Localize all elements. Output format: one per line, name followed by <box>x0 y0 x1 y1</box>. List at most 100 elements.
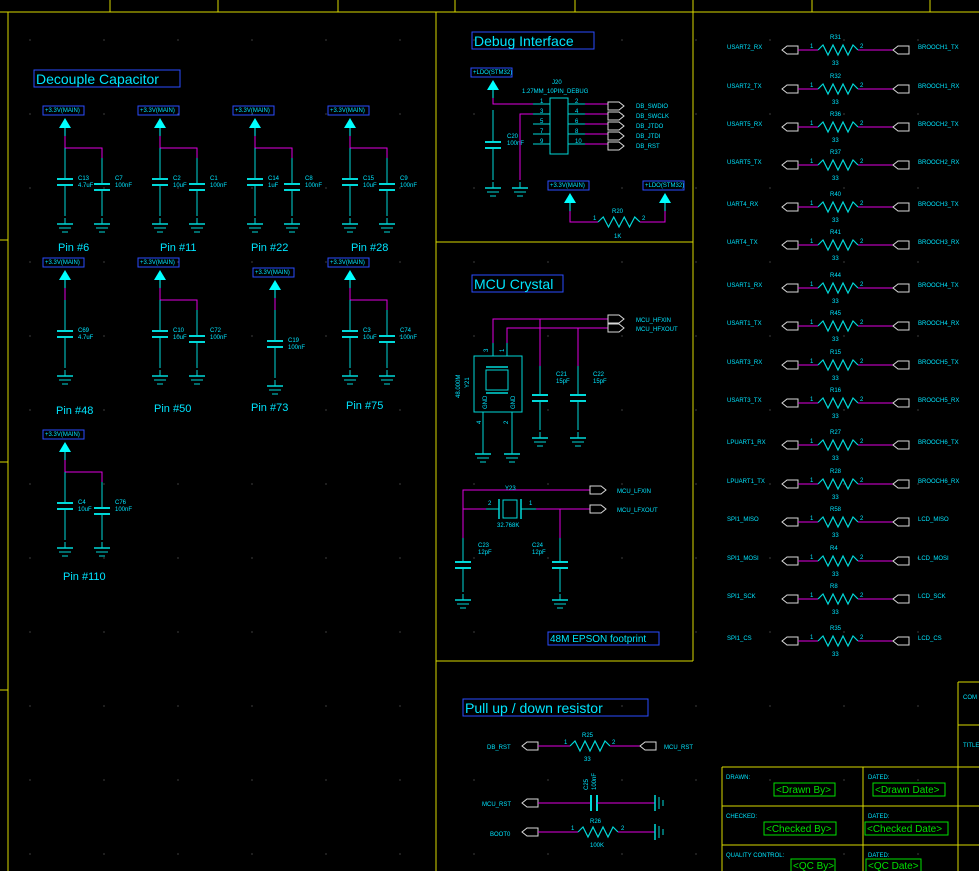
pull-title-group: Pull up / down resistor <box>462 698 649 717</box>
res-net-label-right: BROOCH3_RX <box>918 240 959 246</box>
res-pin: 2 <box>860 282 864 288</box>
titleblock-drawn-date: <Drawn Date> <box>875 785 940 796</box>
pin-label: Pin #11 <box>160 242 197 254</box>
res-port-left <box>781 84 799 94</box>
cap-value: 10uF <box>173 335 187 341</box>
debug-net-port <box>607 101 625 111</box>
y21-pin-num: 3 <box>484 348 490 352</box>
titleblock-label: CHECKED: <box>726 814 757 820</box>
res-net-label-left: LPUART1_RX <box>727 440 766 446</box>
grid-dot <box>29 779 31 781</box>
grid-dot <box>325 113 327 115</box>
schematic-drawing: Decouple Capacitor Debug Interface MCU Cry… <box>0 0 979 871</box>
grid-dot <box>769 187 771 189</box>
cap-value: 10uF <box>363 335 377 341</box>
res-pin: 1 <box>810 282 814 288</box>
decouple-power-0-arrow <box>59 118 71 128</box>
decouple-power-8-label-group: +3.3V(MAIN) <box>42 429 85 440</box>
debug-pull-ldo-label: +LDO(STM32) <box>645 183 684 189</box>
grid-dot <box>177 39 179 41</box>
cap-ref: C19 <box>288 338 300 344</box>
y23-crystal <box>502 499 518 519</box>
c23-val: 12pF <box>478 550 492 556</box>
cap-ref: C3 <box>363 328 371 334</box>
debug-ldo-label-group: +LDO(STM32) <box>470 67 513 78</box>
grid-dot <box>103 779 105 781</box>
decouple-wire-1 <box>159 136 198 158</box>
res-ref: R15 <box>830 350 842 356</box>
grid-dot <box>769 113 771 115</box>
grid-dot <box>103 187 105 189</box>
res-pin: 2 <box>860 201 864 207</box>
pull-net-label: DB_RST <box>487 745 511 751</box>
titleblock-qc: <QC By> <box>793 861 834 871</box>
c21-ref: C21 <box>556 372 568 378</box>
decouple-power-2-label: +3.3V(MAIN) <box>235 108 270 114</box>
decouple-power-7-arrow <box>344 270 356 280</box>
res-net-label-left: USART1_TX <box>727 321 762 327</box>
c24-ref: C24 <box>532 543 544 549</box>
debug-pull-3v3-label: +3.3V(MAIN) <box>550 183 585 189</box>
decouple-power-1-arrow <box>154 118 166 128</box>
cap-value: 4.7uF <box>78 335 94 341</box>
grid-dot <box>325 409 327 411</box>
res-ref: R40 <box>830 192 842 198</box>
grid-dot <box>621 483 623 485</box>
res-port-left <box>781 556 799 566</box>
titleblock-checked: <Checked By> <box>766 824 832 835</box>
grid-dot <box>917 853 919 855</box>
crystal-lfout-port <box>589 504 607 514</box>
res-net-label-right: BROOCH5_RX <box>918 398 959 404</box>
grid-dot <box>251 779 253 781</box>
grid-dot <box>547 261 549 263</box>
pin-label: Pin #22 <box>251 242 288 254</box>
debug-net-label: DB_JTDO <box>636 124 664 130</box>
res-port-left <box>781 45 799 55</box>
y21-pin-num: 4 <box>477 420 483 424</box>
debug-header-pin-num: 10 <box>575 139 582 145</box>
pull-net-label: MCU_RST <box>482 802 511 808</box>
debug-header-body <box>549 97 569 155</box>
res-port-left <box>781 479 799 489</box>
res-val: 33 <box>832 299 839 305</box>
titleblock-drawn-group: <Drawn By> <box>773 782 836 797</box>
grid-dot <box>621 187 623 189</box>
grid-dot <box>621 557 623 559</box>
cap-ref: C76 <box>115 500 127 506</box>
grid-dot <box>177 261 179 263</box>
decouple-power-7-label-group: +3.3V(MAIN) <box>327 257 370 268</box>
decouple-power-6-label: +3.3V(MAIN) <box>255 270 290 276</box>
res-port-right <box>892 160 910 170</box>
grid-dot <box>547 779 549 781</box>
grid-dot <box>917 113 919 115</box>
pull-r25-ref: R25 <box>582 733 594 739</box>
grid-dot <box>103 113 105 115</box>
res-pin: 1 <box>571 826 575 832</box>
decouple-power-4-arrow <box>59 270 71 280</box>
debug-pull-resistor <box>597 215 641 229</box>
res-ref: R8 <box>830 584 838 590</box>
grid-dot <box>399 409 401 411</box>
res-port-left <box>781 122 799 132</box>
cap-ref: C72 <box>210 328 222 334</box>
grid-dot <box>177 705 179 707</box>
grid-dot <box>843 113 845 115</box>
res-net-label-right: BROOCH1_RX <box>918 84 959 90</box>
grid-dot <box>325 39 327 41</box>
res-val: 33 <box>832 572 839 578</box>
cap-value: 100nF <box>210 335 227 341</box>
res-ref: R44 <box>830 273 842 279</box>
pull-r26-val: 100K <box>590 843 604 849</box>
res-port-right <box>892 440 910 450</box>
grid-dot <box>769 483 771 485</box>
decouple-power-5-arrow <box>154 270 166 280</box>
titleblock-checked-date-group: <Checked Date> <box>864 821 949 836</box>
debug-header-ref: J20 <box>552 80 562 86</box>
res-ref: R37 <box>830 150 842 156</box>
res-ref: R36 <box>830 112 842 118</box>
res-pin: 2 <box>860 593 864 599</box>
y23-pin-num: 2 <box>488 501 492 507</box>
grid-dot <box>103 39 105 41</box>
pull-c25-ref: C25 <box>584 778 590 790</box>
res-net-label-right: BROOCH4_TX <box>918 283 959 289</box>
